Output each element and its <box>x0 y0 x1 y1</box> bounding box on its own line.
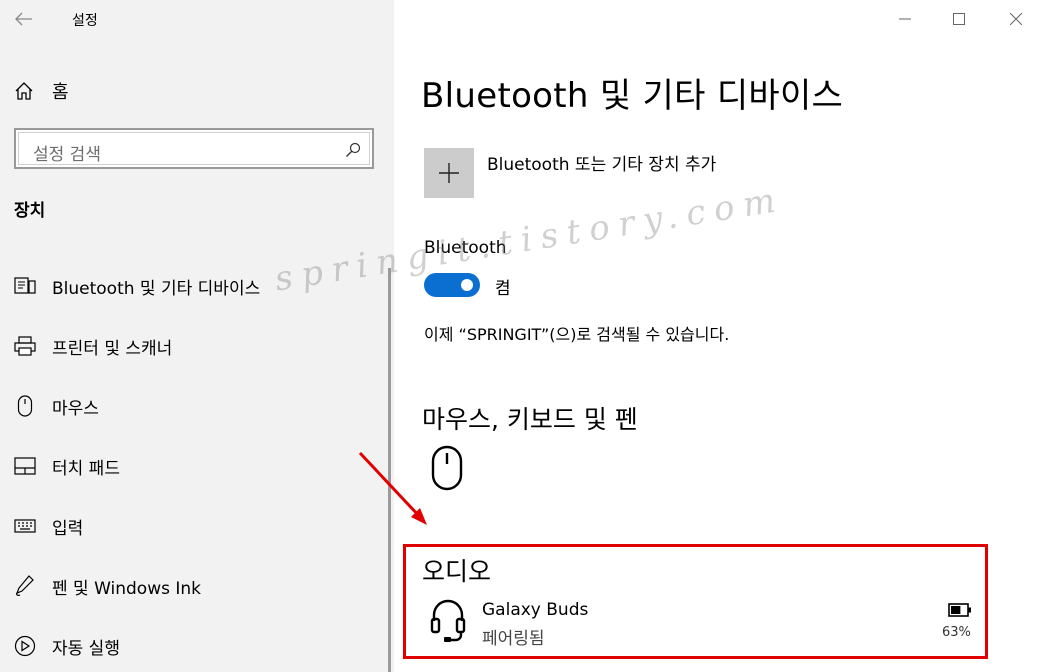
touchpad-icon <box>13 454 37 478</box>
sidebar-item-touchpad[interactable]: 터치 패드 <box>0 436 388 496</box>
back-button[interactable] <box>10 6 38 32</box>
autoplay-icon <box>13 634 37 658</box>
sidebar-item-label: Bluetooth 및 기타 디바이스 <box>52 278 261 299</box>
keyboard-icon <box>13 514 37 538</box>
sidebar-nav: Bluetooth 및 기타 디바이스 프린터 및 스캐너 마우스 터치 패드 … <box>0 256 388 672</box>
back-arrow-icon <box>15 12 32 26</box>
maximize-button[interactable] <box>944 8 974 30</box>
sidebar-item-label: 마우스 <box>52 398 99 419</box>
audio-device-name[interactable]: Galaxy Buds <box>482 600 588 620</box>
pen-icon <box>13 574 37 598</box>
sidebar-item-mouse[interactable]: 마우스 <box>0 376 388 436</box>
add-device-label: Bluetooth 또는 기타 장치 추가 <box>487 155 717 175</box>
sidebar-item-label: 터치 패드 <box>52 458 120 479</box>
audio-heading: 오디오 <box>422 557 492 586</box>
battery-icon <box>948 603 971 617</box>
search-input[interactable]: 설정 검색 <box>14 128 374 169</box>
search-icon[interactable] <box>345 142 361 158</box>
printer-icon <box>13 334 37 358</box>
add-device-button[interactable]: Bluetooth 또는 기타 장치 추가 <box>424 148 716 198</box>
close-icon <box>1010 13 1022 25</box>
page-title: Bluetooth 및 기타 디바이스 <box>421 76 844 116</box>
search-placeholder: 설정 검색 <box>33 145 101 165</box>
sidebar-section-title: 장치 <box>14 201 46 221</box>
annotation-arrow <box>358 451 427 525</box>
app-title: 설정 <box>72 13 98 29</box>
bluetooth-state-label: 켬 <box>495 279 511 299</box>
minimize-icon <box>899 18 911 20</box>
audio-device-status: 페어링됨 <box>482 629 545 649</box>
sidebar-item-pen[interactable]: 펜 및 Windows Ink <box>0 556 388 616</box>
sidebar-item-autoplay[interactable]: 자동 실행 <box>0 616 388 672</box>
headset-icon <box>430 599 466 642</box>
battery-percent: 63% <box>942 625 971 640</box>
mouse-icon <box>13 394 37 418</box>
sidebar-item-label: 자동 실행 <box>52 638 120 659</box>
bluetooth-devices-icon <box>13 274 37 298</box>
input-devices-heading: 마우스, 키보드 및 펜 <box>422 405 638 434</box>
sidebar-item-typing[interactable]: 입력 <box>0 496 388 556</box>
mouse-device-icon[interactable] <box>430 445 464 491</box>
home-icon <box>15 82 33 100</box>
maximize-icon <box>953 13 965 25</box>
sidebar-item-label: 펜 및 Windows Ink <box>52 578 202 599</box>
bluetooth-toggle[interactable] <box>424 273 480 297</box>
close-button[interactable] <box>1001 8 1031 30</box>
add-tile <box>424 148 474 198</box>
minimize-button[interactable] <box>890 8 920 30</box>
discoverable-text: 이제 “SPRINGIT”(으)로 검색될 수 있습니다. <box>424 325 730 344</box>
sidebar: 설정 홈 설정 검색 장치 Bluetooth 및 기타 디바이스 프린터 및 … <box>0 0 394 672</box>
home-nav-item[interactable]: 홈 <box>14 78 69 104</box>
plus-icon <box>439 163 459 183</box>
sidebar-item-label: 프린터 및 스캐너 <box>52 338 173 359</box>
sidebar-item-printers[interactable]: 프린터 및 스캐너 <box>0 316 388 376</box>
home-label: 홈 <box>52 82 69 103</box>
sidebar-item-label: 입력 <box>52 518 84 539</box>
toggle-knob <box>461 279 473 291</box>
